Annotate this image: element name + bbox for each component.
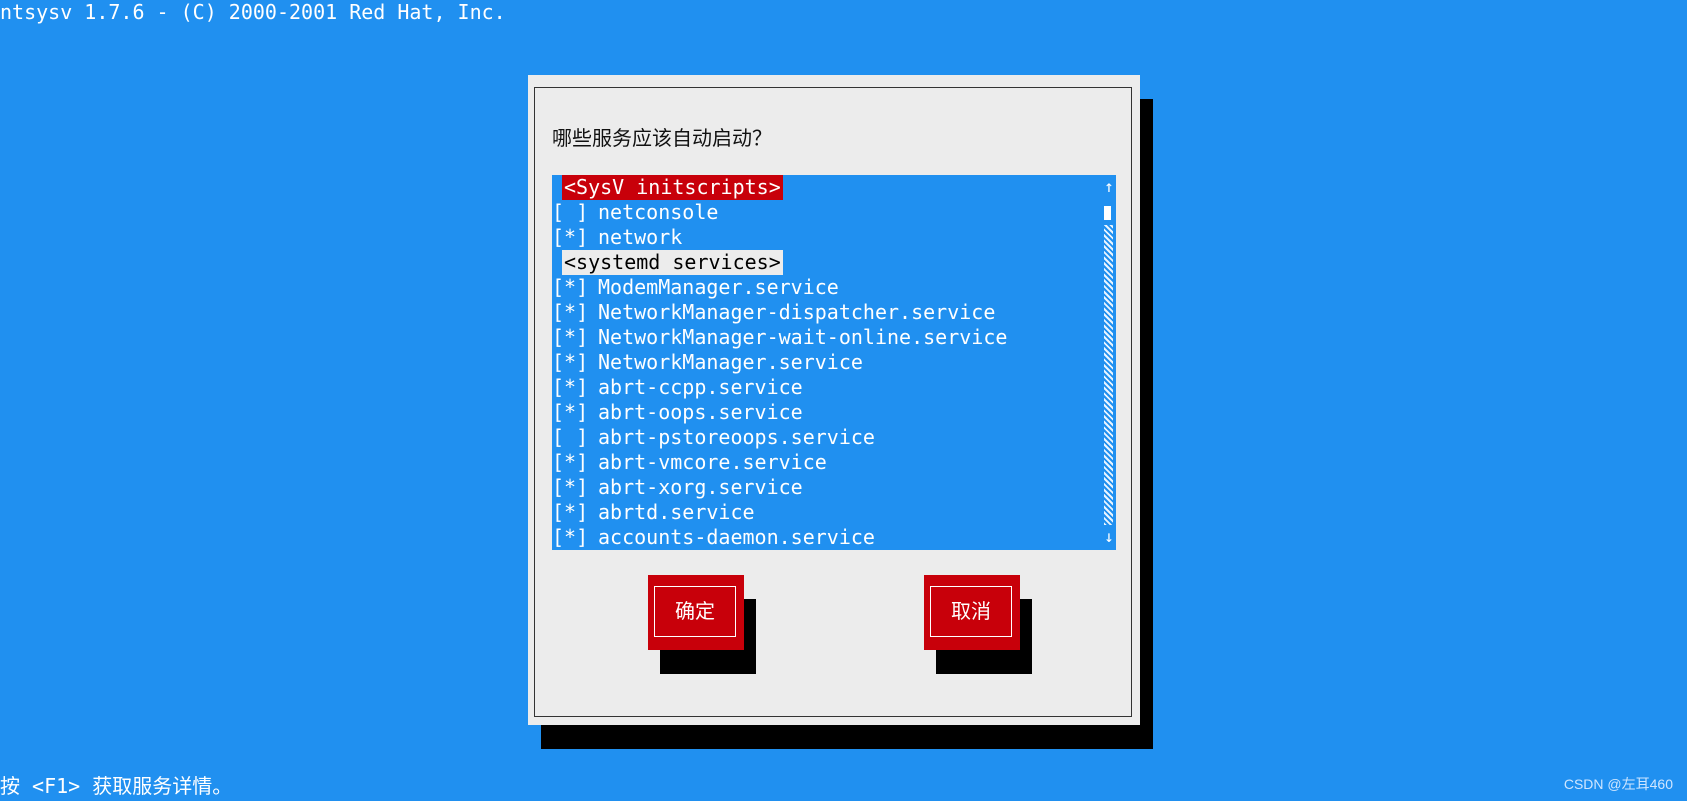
service-list-item[interactable]: [*] abrt-oops.service [552,400,803,425]
services-list-scrollbar[interactable]: ↑ ↓ [1100,175,1116,550]
service-name: abrt-oops.service [598,400,803,424]
service-checkbox[interactable]: [*] [552,375,598,400]
scroll-track[interactable] [1104,225,1113,525]
service-checkbox[interactable]: [ ] [552,200,598,225]
service-checkbox[interactable]: [*] [552,350,598,375]
scroll-down-arrow-icon[interactable]: ↓ [1102,527,1116,547]
service-checkbox[interactable]: [*] [552,525,598,550]
service-name: abrt-vmcore.service [598,450,827,474]
service-list-item[interactable]: [*] abrtd.service [552,500,755,525]
service-list-item[interactable]: [*] ModemManager.service [552,275,839,300]
cancel-button[interactable]: 取消 [924,575,1020,650]
list-section-header[interactable]: <SysV initscripts> [552,175,783,200]
service-list-item[interactable]: [*] NetworkManager-wait-online.service [552,325,1007,350]
service-list-item[interactable]: [*] abrt-xorg.service [552,475,803,500]
section-header-label: <systemd services> [562,250,783,275]
help-hint: 按 <F1> 获取服务详情。 [0,774,233,798]
section-header-label: <SysV initscripts> [562,175,783,200]
dialog-prompt: 哪些服务应该自动启动？ [552,126,772,150]
service-name: NetworkManager-wait-online.service [598,325,1008,349]
service-list-item[interactable]: [ ] abrt-pstoreoops.service [552,425,875,450]
service-name: abrt-pstoreoops.service [598,425,875,449]
service-name: ModemManager.service [598,275,839,299]
service-checkbox[interactable]: [*] [552,450,598,475]
service-checkbox[interactable]: [*] [552,475,598,500]
service-list-item[interactable]: [ ] netconsole [552,200,718,225]
app-title: ntsysv 1.7.6 - (C) 2000-2001 Red Hat, In… [0,0,506,24]
service-list-item[interactable]: [*] NetworkManager.service [552,350,863,375]
service-name: NetworkManager-dispatcher.service [598,300,996,324]
service-checkbox[interactable]: [*] [552,325,598,350]
list-section-header[interactable]: <systemd services> [552,250,783,275]
service-name: network [598,225,683,249]
services-list[interactable]: <SysV initscripts>[ ] netconsole [*] networ… [552,175,1116,550]
service-checkbox[interactable]: [*] [552,400,598,425]
scroll-up-arrow-icon[interactable]: ↑ [1102,177,1116,197]
services-dialog: 哪些服务应该自动启动？ <SysV initscripts>[ ] netcons… [528,75,1140,725]
service-list-item[interactable]: [*] abrt-ccpp.service [552,375,803,400]
cancel-button-label: 取消 [930,586,1012,637]
service-checkbox[interactable]: [*] [552,500,598,525]
service-checkbox[interactable]: [*] [552,225,598,250]
service-checkbox[interactable]: [*] [552,275,598,300]
service-name: accounts-daemon.service [598,525,875,549]
service-list-item[interactable]: [*] abrt-vmcore.service [552,450,827,475]
service-list-item[interactable]: [*] NetworkManager-dispatcher.service [552,300,995,325]
service-name: abrt-ccpp.service [598,375,803,399]
service-name: NetworkManager.service [598,350,863,374]
service-checkbox[interactable]: [*] [552,300,598,325]
service-name: abrtd.service [598,500,755,524]
service-list-item[interactable]: [*] network [552,225,682,250]
ok-button[interactable]: 确定 [648,575,744,650]
service-list-item[interactable]: [*] accounts-daemon.service [552,525,875,550]
watermark: CSDN @左耳460 [1563,776,1673,792]
scroll-thumb[interactable] [1104,206,1111,220]
ok-button-label: 确定 [654,586,736,637]
service-name: abrt-xorg.service [598,475,803,499]
service-checkbox[interactable]: [ ] [552,425,598,450]
service-name: netconsole [598,200,719,224]
